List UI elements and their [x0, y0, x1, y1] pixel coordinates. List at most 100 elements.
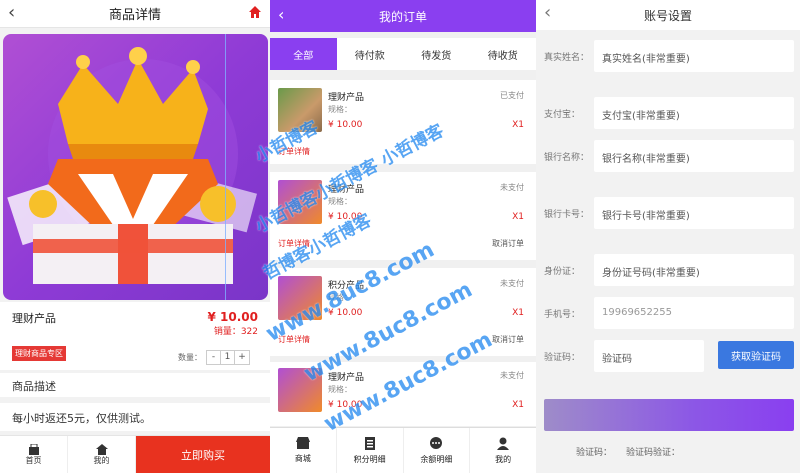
field-label: 支付宝： — [544, 110, 581, 120]
phone-input[interactable]: 19969652255 — [594, 297, 794, 329]
orders-header: ‹ 我的订单 — [270, 0, 536, 32]
order-status: 未支付 — [500, 279, 524, 288]
quantity-label: 数量： — [178, 353, 202, 362]
product-detail-header: ‹ 商品详情 — [0, 0, 270, 28]
nav-points[interactable]: 积分明细 — [337, 428, 404, 473]
bottom-bar: 首页 我的 立即购买 — [0, 435, 270, 473]
order-tabs: 全部 待付款 待发货 待收货 — [270, 38, 536, 70]
page-title: 账号设置 — [643, 8, 692, 23]
bank-card-input[interactable]: 银行卡号(非常重要) — [594, 197, 794, 229]
bottom-verify-value: 验证码验证： — [626, 448, 681, 458]
tab-all[interactable]: 全部 — [270, 38, 337, 70]
buy-now-button[interactable]: 立即购买 — [136, 436, 270, 473]
bottom-nav: 商城 积分明细 余额明细 我的 — [270, 427, 536, 473]
user-icon — [497, 437, 510, 450]
order-price: ¥ 10.00 — [328, 308, 363, 318]
quantity-value[interactable]: 1 — [221, 351, 235, 364]
field-label: 手机号： — [544, 310, 581, 320]
field-real-name: 真实姓名： 真实姓名(非常重要) — [536, 40, 800, 74]
order-thumbnail — [278, 276, 322, 320]
tab-pending-shipment[interactable]: 待发货 — [403, 38, 470, 70]
order-status: 已支付 — [500, 91, 524, 100]
field-label: 银行名称： — [544, 153, 590, 163]
divider-line — [225, 34, 226, 300]
bank-name-input[interactable]: 银行名称(非常重要) — [594, 140, 794, 172]
order-detail-link[interactable]: 订单详情 — [278, 146, 310, 157]
nav-mine[interactable]: 我的 — [68, 436, 136, 473]
product-info: 理财产品 ¥ 10.00 销量：322 理财商品专区 数量： - 1 + — [0, 302, 270, 370]
field-phone: 手机号： 19969652255 — [536, 297, 800, 331]
order-price: ¥ 10.00 — [328, 212, 363, 222]
description-heading: 商品描述 — [0, 373, 270, 397]
order-product-name: 积分产品 — [328, 281, 365, 291]
order-thumbnail — [278, 368, 322, 412]
nav-mine-label: 我的 — [495, 454, 512, 464]
chat-icon — [430, 436, 443, 449]
id-card-input[interactable]: 身份证号码(非常重要) — [594, 254, 794, 286]
user-icon — [95, 443, 108, 455]
order-card: 理财产品 规格： ¥ 10.00 未支付 X1 — [270, 362, 536, 426]
my-orders-screen: ‹ 我的订单 全部 待付款 待发货 待收货 理财产品 规格： ¥ 10.00 已… — [270, 0, 536, 473]
quantity-increase-button[interactable]: + — [235, 351, 249, 364]
category-badge[interactable]: 理财商品专区 — [12, 346, 66, 361]
description-text: 每小时返还5元，仅供测试。 — [0, 403, 270, 431]
field-label: 真实姓名： — [544, 53, 590, 63]
order-spec: 规格： — [328, 293, 352, 302]
alipay-input[interactable]: 支付宝(非常重要) — [594, 97, 794, 129]
order-detail-link[interactable]: 订单详情 — [278, 238, 310, 249]
order-status: 未支付 — [500, 371, 524, 380]
back-icon[interactable]: ‹ — [544, 2, 551, 23]
field-alipay: 支付宝： 支付宝(非常重要) — [536, 97, 800, 131]
field-id-card: 身份证： 身份证号码(非常重要) — [536, 254, 800, 288]
order-spec: 规格： — [328, 197, 352, 206]
field-bank-card: 银行卡号： 银行卡号(非常重要) — [536, 197, 800, 231]
back-icon[interactable]: ‹ — [278, 5, 284, 24]
order-status: 未支付 — [500, 183, 524, 192]
page-title: 商品详情 — [108, 8, 161, 23]
order-thumbnail — [278, 180, 322, 224]
get-code-button[interactable]: 获取验证码 — [718, 341, 794, 369]
order-price: ¥ 10.00 — [328, 120, 363, 130]
quantity-stepper: 数量： - 1 + — [178, 350, 250, 365]
field-bank-name: 银行名称： 银行名称(非常重要) — [536, 140, 800, 174]
order-quantity: X1 — [512, 120, 524, 130]
nav-balance[interactable]: 余额明细 — [404, 428, 471, 473]
order-card: 积分产品 规格： ¥ 10.00 未支付 X1 订单详情 取消订单 — [270, 268, 536, 356]
order-price: ¥ 10.00 — [328, 400, 363, 410]
order-detail-link[interactable]: 订单详情 — [278, 334, 310, 345]
account-settings-screen: ‹ 账号设置 真实姓名： 真实姓名(非常重要) 支付宝： 支付宝(非常重要) 银… — [536, 0, 800, 473]
order-quantity: X1 — [512, 400, 524, 410]
field-label: 验证码： — [544, 353, 581, 363]
order-thumbnail — [278, 88, 322, 132]
nav-home[interactable]: 首页 — [0, 436, 68, 473]
home-icon[interactable] — [248, 5, 262, 19]
cancel-order-button[interactable]: 取消订单 — [492, 238, 524, 249]
store-icon — [295, 437, 310, 449]
order-quantity: X1 — [512, 212, 524, 222]
real-name-input[interactable]: 真实姓名(非常重要) — [594, 40, 794, 72]
bottom-verify-row: 验证码： 验证码验证： — [576, 445, 680, 458]
tab-pending-receipt[interactable]: 待收货 — [470, 38, 537, 70]
nav-home-label: 首页 — [25, 455, 42, 465]
list-icon — [364, 436, 375, 450]
verify-code-input[interactable]: 验证码 — [594, 340, 704, 372]
order-product-name: 理财产品 — [328, 373, 365, 383]
order-card: 理财产品 规格： ¥ 10.00 未支付 X1 订单详情 取消订单 — [270, 172, 536, 260]
order-product-name: 理财产品 — [328, 93, 365, 103]
field-label: 银行卡号： — [544, 210, 590, 220]
settings-header: ‹ 账号设置 — [536, 0, 800, 30]
nav-mine[interactable]: 我的 — [470, 428, 536, 473]
nav-balance-label: 余额明细 — [420, 454, 453, 464]
order-card: 理财产品 规格： ¥ 10.00 已支付 X1 订单详情 — [270, 80, 536, 164]
page-title: 我的订单 — [378, 9, 427, 24]
gift-crown-illustration — [7, 47, 257, 284]
bottom-verify-label: 验证码： — [576, 448, 613, 458]
cancel-order-button[interactable]: 取消订单 — [492, 334, 524, 345]
product-image — [3, 34, 268, 300]
submit-button[interactable] — [544, 399, 794, 431]
nav-points-label: 积分明细 — [353, 454, 386, 464]
nav-shop[interactable]: 商城 — [270, 428, 337, 473]
back-icon[interactable]: ‹ — [8, 2, 15, 23]
quantity-decrease-button[interactable]: - — [207, 351, 221, 364]
tab-pending-payment[interactable]: 待付款 — [337, 38, 404, 70]
